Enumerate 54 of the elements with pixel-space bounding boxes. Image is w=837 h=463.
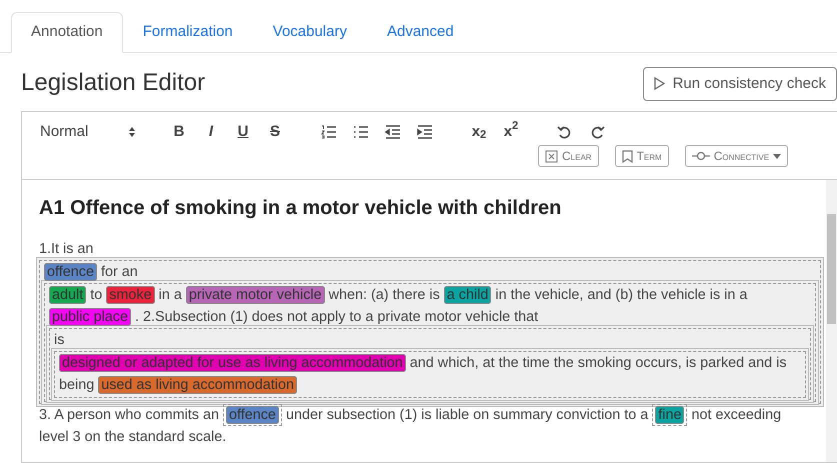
updown-icon [128,126,136,138]
indent-icon [417,125,433,139]
document-heading: A1 Offence of smoking in a motor vehicle with children [39,196,562,220]
outdent-icon [385,125,401,139]
scrollbar[interactable] [826,180,837,462]
text-run: . 2.Subsection (1) does not apply to a private motor vehicle that [135,309,538,325]
script-button[interactable]: x$_{2}$ [468,121,490,143]
text-run: under subsection (1) is liable on summary conviction to a [286,407,648,423]
text-run: 1.It is an [39,241,94,257]
text-run: to [90,287,102,303]
bookmark-icon [622,150,633,162]
text-run: is [54,332,64,348]
annotation-tag[interactable]: fine [655,406,684,424]
text-run: in the vehicle, and (b) the vehicle is in a [495,287,748,303]
annotation-tag[interactable]: offence [226,406,279,424]
annotation-tag[interactable]: offence [44,263,97,281]
annotation-tag[interactable]: private motor vehicle [186,286,325,304]
annotation-tag[interactable]: a child [444,286,492,304]
annotation-tag[interactable]: public place [49,308,132,326]
run-check-button[interactable]: Run consistency check [642,66,837,101]
tab[interactable]: Annotation [11,12,123,52]
redo-icon [589,125,605,139]
bullet-list-icon [353,125,369,139]
annotation-tag[interactable]: adult [49,286,86,304]
page-title: Legislation Editor [21,69,206,98]
caret-icon [773,154,782,158]
annotation-tag[interactable]: used as living accommodation [98,376,297,394]
undo-icon [557,125,573,139]
text-run: 3. A person who commits an [39,407,219,423]
numbered-list-icon [321,125,337,139]
text-run: level 3 on the standard scale. [39,429,226,445]
connective-button[interactable]: Connective [684,145,788,167]
play-icon [654,77,665,90]
tab[interactable]: Vocabulary [252,12,367,52]
text-run: in a [158,287,182,303]
bold-button[interactable]: B [168,121,190,143]
tab[interactable]: Advanced [366,12,474,52]
clear-box-icon [545,150,558,162]
text-run: and which, at the time the smoking occurs, is parked and is [410,355,787,371]
term-button[interactable]: Term [614,145,669,167]
tab[interactable]: Formalization [122,12,253,52]
strike-button[interactable]: S [264,121,286,143]
annotation-tag[interactable]: smoke [106,286,155,304]
script-button[interactable]: x$^{2}$ [500,121,522,143]
underline-button[interactable]: U [232,121,254,143]
text-run: when: (a) there is [328,287,440,303]
annotation-tag[interactable]: designed or adapted for use as living accommodation [59,354,406,372]
clear-button[interactable]: Clear [538,145,599,167]
text-run: for an [100,264,138,280]
format-select[interactable]: Normal [40,121,136,143]
text-run: being [59,377,94,393]
text-run: not exceeding [691,407,782,423]
italic-button[interactable]: I [200,121,222,143]
connector-icon [692,151,710,161]
